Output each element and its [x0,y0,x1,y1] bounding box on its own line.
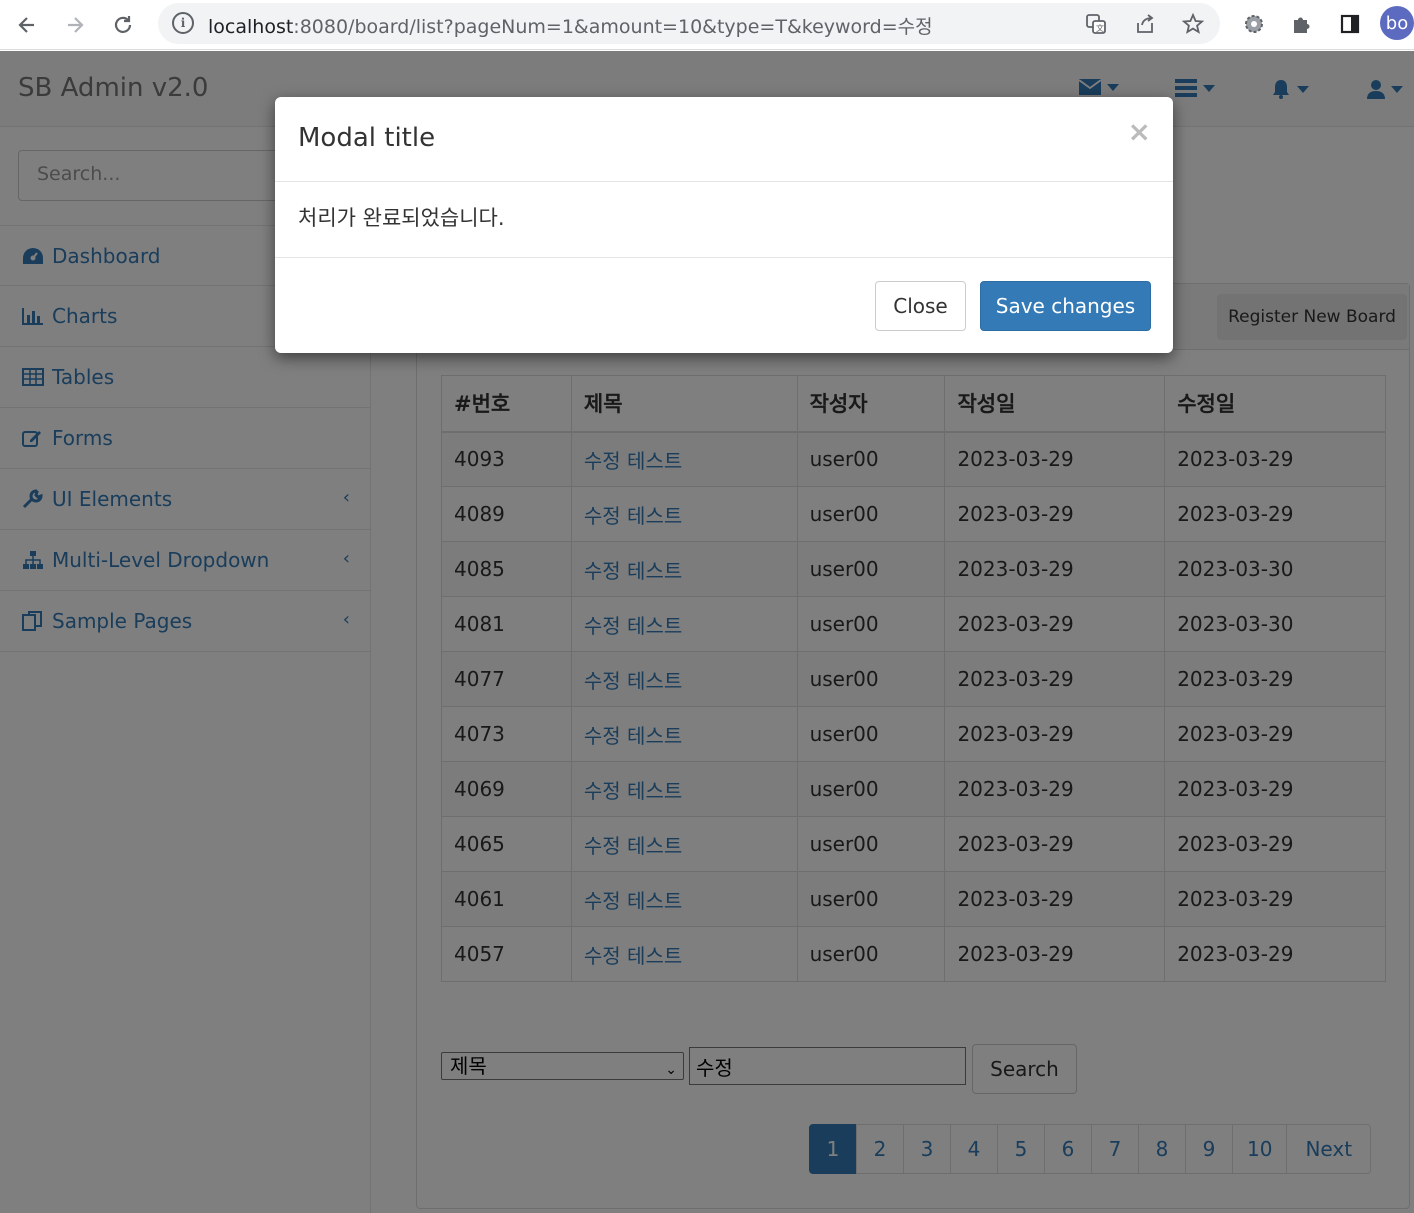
modal-title: Modal title [298,123,436,153]
svg-text:文: 文 [1096,23,1104,33]
extensions-puzzle-icon[interactable] [1287,9,1317,39]
modal-message: 처리가 완료되었습니다. [298,206,505,230]
modal-header: Modal title × [275,97,1173,182]
share-icon[interactable] [1133,12,1157,36]
translate-icon[interactable]: 文 [1084,12,1108,36]
close-icon[interactable]: × [1128,115,1151,148]
modal-footer: Close Save changes [275,257,1173,353]
save-changes-button[interactable]: Save changes [980,281,1151,331]
bookmark-star-icon[interactable] [1181,12,1205,36]
site-info-icon[interactable]: i [172,12,194,34]
url-text[interactable]: localhost:8080/board/list?pageNum=1&amou… [208,12,933,39]
extension-gear-icon[interactable] [1239,9,1269,39]
browser-toolbar: i localhost:8080/board/list?pageNum=1&am… [0,0,1414,50]
address-bar[interactable]: i localhost:8080/board/list?pageNum=1&am… [158,3,1220,44]
modal-dialog: Modal title × 처리가 완료되었습니다. Close Save ch… [275,97,1173,353]
reload-icon[interactable] [106,8,140,42]
profile-avatar[interactable]: bo [1380,6,1414,40]
back-icon[interactable] [10,8,44,42]
side-panel-icon[interactable] [1335,9,1365,39]
forward-icon[interactable] [58,8,92,42]
close-button[interactable]: Close [875,281,966,331]
